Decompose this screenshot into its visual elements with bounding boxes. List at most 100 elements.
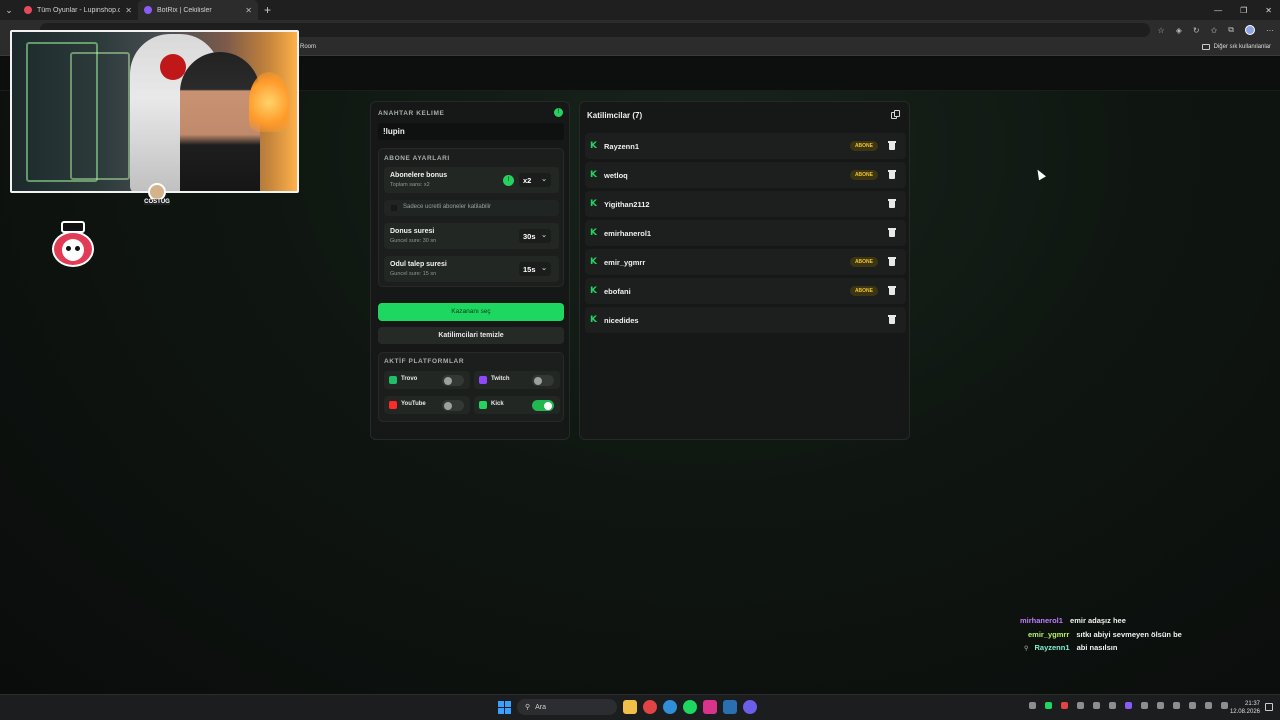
trash-icon[interactable]: [885, 255, 899, 269]
sub-bonus-value: x2: [523, 176, 532, 185]
maximize-icon[interactable]: ❐: [1240, 6, 1247, 15]
claim-label: Odul talep suresi: [390, 261, 447, 268]
tray-app-icon[interactable]: [1157, 702, 1164, 709]
participants-title: Katilimcilar (7): [587, 111, 643, 120]
sub-bonus-select[interactable]: x2 ⌄: [519, 173, 551, 187]
bookmark-other[interactable]: Diğer sık kullanılanlar: [1201, 44, 1271, 50]
profile-avatar[interactable]: [1245, 25, 1255, 35]
list-item: K emirhanerol1: [585, 220, 906, 246]
toolbar-icons: ☆ ◈ ↻ ✩ ⧉ ⋯: [1158, 20, 1274, 40]
instagram-icon[interactable]: [703, 700, 717, 714]
duration-row: Donus suresi Guncel sure: 30 sn 30s ⌄: [384, 223, 559, 249]
streamer-badge: COSTUG: [144, 183, 170, 211]
participant-name: emir_ygmrr: [604, 258, 646, 267]
system-clock[interactable]: 21:37 12.08.2026: [1230, 700, 1260, 716]
kick-icon: [479, 401, 487, 409]
kick-toggle[interactable]: [532, 400, 554, 411]
tray-app-icon[interactable]: [1077, 702, 1084, 709]
tray-app-icon[interactable]: [1061, 702, 1068, 709]
favorites-icon[interactable]: ✩: [1211, 26, 1218, 35]
tray-app-icon[interactable]: [1125, 702, 1132, 709]
chat-message: sıtkı abiyi sevmeyen ölsün be: [1076, 629, 1182, 639]
trash-icon[interactable]: [885, 313, 899, 327]
paid-only-label: Sadece ucretli aboneler katilabilir: [403, 204, 492, 210]
edge-browser-icon[interactable]: [663, 700, 677, 714]
spotify-icon[interactable]: [683, 700, 697, 714]
twitch-toggle[interactable]: [532, 375, 554, 386]
close-window-icon[interactable]: ✕: [1265, 6, 1272, 15]
tray-app-icon[interactable]: [1045, 702, 1052, 709]
trash-icon[interactable]: [885, 284, 899, 298]
subscriber-badge: ABONE: [849, 286, 878, 296]
chevron-down-icon: ⌄: [541, 265, 547, 272]
tray-app-icon[interactable]: [1141, 702, 1148, 709]
chevron-down-icon: ⌄: [541, 176, 547, 183]
app-icon[interactable]: [643, 700, 657, 714]
trash-icon[interactable]: [885, 226, 899, 240]
browser-tab-lupinshop[interactable]: Tüm Oyunlar - Lupinshop.com ✕: [18, 0, 138, 20]
file-explorer-icon[interactable]: [623, 700, 637, 714]
duration-select[interactable]: 30s ⌄: [519, 229, 551, 243]
participant-name: emirhanerol1: [604, 229, 652, 238]
platform-name: Kick: [491, 401, 504, 407]
notification-icon[interactable]: [1265, 703, 1273, 711]
folder-icon: [1201, 44, 1210, 50]
tab-search-icon[interactable]: ⌄: [0, 0, 18, 20]
paid-only-checkbox-row[interactable]: Sadece ucretli aboneler katilabilir: [384, 200, 559, 216]
platform-twitch: Twitch: [474, 371, 560, 389]
volume-icon[interactable]: [1221, 702, 1228, 709]
youtube-toggle[interactable]: [442, 400, 464, 411]
webcam-overlay: [10, 30, 299, 193]
tray-app-icon[interactable]: [1093, 702, 1100, 709]
lupinshop-favicon-icon: [24, 6, 32, 14]
info-icon[interactable]: !: [503, 175, 514, 186]
info-icon[interactable]: !: [554, 108, 563, 117]
taskbar-search[interactable]: ⚲ Ara: [517, 699, 617, 715]
copy-icon[interactable]: [891, 110, 901, 120]
trash-icon[interactable]: [885, 168, 899, 182]
browser-tab-botrix[interactable]: BotRix | Cekilisler ✕: [138, 0, 258, 20]
close-tab-icon[interactable]: ✕: [125, 6, 132, 15]
webcam-lamp: [249, 72, 289, 132]
duration-sub: Guncel sure: 30 sn: [390, 238, 437, 244]
participant-name: Rayzenn1: [604, 142, 640, 151]
platform-name: Trovo: [401, 376, 418, 382]
paid-only-checkbox[interactable]: [391, 205, 397, 211]
sub-bonus-sub: Toplam sans: x2: [390, 182, 430, 188]
refresh-icon[interactable]: ↻: [1193, 26, 1200, 35]
list-item: K ebofani ABONE: [585, 278, 906, 304]
tray-chevron-icon[interactable]: [1029, 702, 1036, 709]
subscriber-settings-section: ABONE AYARLARI Abonelere bonus Toplam sa…: [378, 148, 564, 287]
sub-bonus-row: Abonelere bonus Toplam sans: x2 ! x2 ⌄: [384, 167, 559, 193]
clear-participants-button[interactable]: Katilimcilari temizle: [378, 327, 564, 344]
mic-icon[interactable]: [1189, 702, 1196, 709]
minimize-icon[interactable]: —: [1214, 6, 1222, 15]
stream-chat-overlay: mirhanerol1 emir adaşız hee emir_ygmrr s…: [1020, 616, 1270, 657]
network-icon[interactable]: [1205, 702, 1212, 709]
bookmark-room[interactable]: Room: [300, 44, 316, 50]
trash-icon[interactable]: [885, 139, 899, 153]
tray-app-icon[interactable]: [1109, 702, 1116, 709]
taskbar-search-label: Ara: [535, 703, 547, 711]
steam-icon[interactable]: [723, 700, 737, 714]
platforms-section: AKTİF PLATFORMLAR Trovo Twitch YouTube K…: [378, 352, 564, 422]
discord-icon[interactable]: [743, 700, 757, 714]
tray-app-icon[interactable]: [1173, 702, 1180, 709]
platform-name: Twitch: [491, 376, 510, 382]
windows-start-icon[interactable]: [498, 700, 511, 714]
trovo-toggle[interactable]: [442, 375, 464, 386]
pick-winner-button[interactable]: Kazananı seç: [378, 303, 564, 321]
close-tab-icon[interactable]: ✕: [245, 6, 252, 15]
more-icon[interactable]: ⋯: [1266, 26, 1274, 35]
keyword-input[interactable]: !lupin: [378, 123, 564, 140]
windows-taskbar: ⚲ Ara 21:37 12.08.2026: [0, 694, 1280, 720]
trash-icon[interactable]: [885, 197, 899, 211]
collections-icon[interactable]: ⧉: [1228, 25, 1234, 35]
extension-icon[interactable]: ◈: [1176, 26, 1182, 35]
new-tab-icon[interactable]: +: [264, 3, 271, 17]
botrix-favicon-icon: [144, 6, 152, 14]
star-icon[interactable]: ☆: [1158, 26, 1165, 35]
claim-select[interactable]: 15s ⌄: [519, 262, 551, 276]
window-controls: — ❐ ✕: [1214, 0, 1272, 20]
platform-trovo: Trovo: [384, 371, 470, 389]
